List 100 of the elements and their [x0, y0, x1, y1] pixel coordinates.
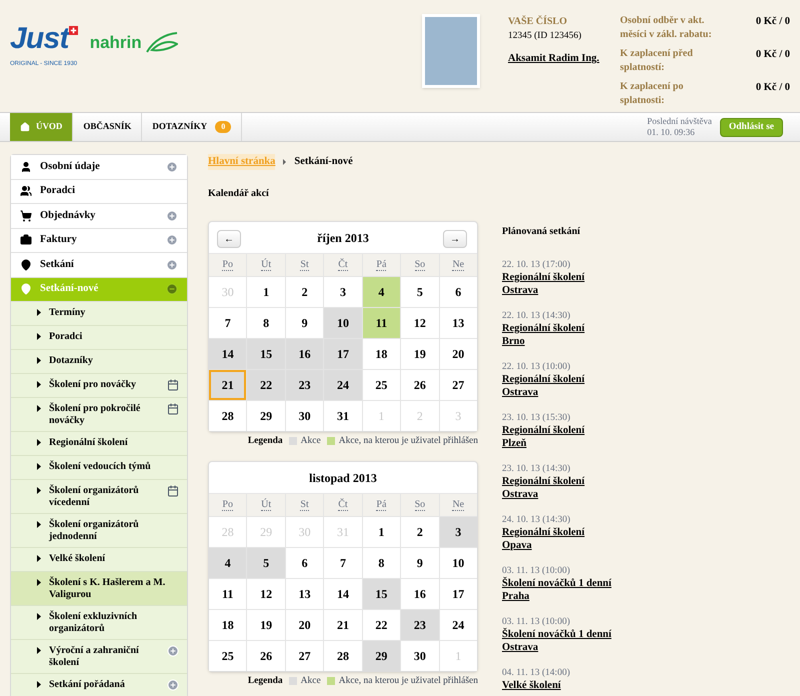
- collapse-icon[interactable]: [166, 283, 178, 296]
- calendar-day[interactable]: 27: [440, 370, 477, 400]
- expand-icon[interactable]: [167, 645, 179, 657]
- calendar-day[interactable]: 9: [286, 308, 324, 338]
- calendar-day[interactable]: 5: [247, 548, 285, 578]
- event-link[interactable]: Regionální školení Plzeň: [502, 424, 612, 450]
- nav-tab[interactable]: OBČASNÍK: [73, 113, 142, 141]
- calendar-day[interactable]: 26: [247, 641, 285, 671]
- sidebar-subitem[interactable]: Školení pro nováčky: [11, 374, 187, 398]
- event-link[interactable]: Školení nováčků 1 denní Praha: [502, 577, 612, 603]
- calendar-day[interactable]: 12: [247, 579, 285, 609]
- calendar-day[interactable]: 28: [324, 641, 362, 671]
- calendar-day[interactable]: 1: [247, 277, 285, 307]
- calendar-day[interactable]: 7: [209, 308, 246, 338]
- calendar-day[interactable]: 3: [324, 277, 362, 307]
- calendar-day[interactable]: 25: [209, 641, 246, 671]
- calendar-day[interactable]: 24: [440, 610, 477, 640]
- calendar-day[interactable]: 17: [440, 579, 477, 609]
- event-link[interactable]: Regionální školení Ostrava: [502, 475, 612, 501]
- calendar-day[interactable]: 21: [324, 610, 362, 640]
- calendar-day[interactable]: 4: [362, 277, 400, 307]
- calendar-day[interactable]: 12: [401, 308, 439, 338]
- calendar-day[interactable]: 4: [209, 548, 246, 578]
- calendar-day[interactable]: 17: [324, 339, 362, 369]
- expand-icon[interactable]: [166, 160, 178, 173]
- calendar-day[interactable]: 29: [247, 401, 285, 431]
- calendar-day[interactable]: 25: [362, 370, 400, 400]
- calendar-day[interactable]: 8: [362, 548, 400, 578]
- calendar-day[interactable]: 16: [286, 339, 324, 369]
- calendar-day[interactable]: 13: [440, 308, 477, 338]
- event-link[interactable]: Regionální školení Ostrava: [502, 271, 612, 297]
- calendar-day[interactable]: 15: [247, 339, 285, 369]
- calendar-day[interactable]: 19: [401, 339, 439, 369]
- calendar-day[interactable]: 7: [324, 548, 362, 578]
- calendar-day[interactable]: 15: [362, 579, 400, 609]
- calendar-day[interactable]: 8: [247, 308, 285, 338]
- calendar-day[interactable]: 11: [209, 579, 246, 609]
- calendar-day[interactable]: 14: [209, 339, 246, 369]
- sidebar-subitem[interactable]: Poradci: [11, 326, 187, 350]
- calendar-day[interactable]: 5: [401, 277, 439, 307]
- sidebar-subitem[interactable]: Výroční a zahraniční školení: [11, 640, 187, 674]
- sidebar-item[interactable]: Poradci: [11, 180, 187, 204]
- nav-tab[interactable]: DOTAZNÍKY 0: [142, 113, 242, 141]
- calendar-day[interactable]: 28: [209, 401, 246, 431]
- event-link[interactable]: Regionální školení Opava: [502, 526, 612, 552]
- calendar-day[interactable]: 24: [324, 370, 362, 400]
- calendar-day[interactable]: 10: [324, 308, 362, 338]
- event-link[interactable]: Regionální školení Ostrava: [502, 373, 612, 399]
- calendar-day[interactable]: 6: [286, 548, 324, 578]
- sidebar-subitem[interactable]: Setkání pořádaná: [11, 674, 187, 696]
- calendar-day[interactable]: 16: [401, 579, 439, 609]
- calendar-day[interactable]: 20: [440, 339, 477, 369]
- sidebar-item[interactable]: Osobní údaje: [11, 155, 187, 180]
- calendar-day[interactable]: 20: [286, 610, 324, 640]
- calendar-day[interactable]: 27: [286, 641, 324, 671]
- sidebar-subitem[interactable]: Školení s K. Hašlerem a M. Valigurou: [11, 572, 187, 606]
- sidebar-subitem[interactable]: Školení organizátorů jednodenní: [11, 514, 187, 548]
- expand-icon[interactable]: [166, 234, 178, 246]
- user-name-link[interactable]: Aksamit Radim Ing.: [508, 51, 608, 67]
- sidebar-subitem[interactable]: Dotazníky: [11, 350, 187, 374]
- calendar-day[interactable]: 18: [362, 339, 400, 369]
- sidebar-subitem[interactable]: Školení pro pokročilé nováčky: [11, 398, 187, 432]
- next-month-button[interactable]: →: [443, 230, 467, 248]
- calendar-day[interactable]: 18: [209, 610, 246, 640]
- calendar-day[interactable]: 9: [401, 548, 439, 578]
- calendar-day[interactable]: 22: [247, 370, 285, 400]
- calendar-day[interactable]: 31: [324, 401, 362, 431]
- event-link[interactable]: Velké školení: [502, 679, 612, 692]
- expand-icon[interactable]: [166, 258, 178, 271]
- calendar-day[interactable]: 2: [286, 277, 324, 307]
- calendar-day[interactable]: 19: [247, 610, 285, 640]
- sidebar-subitem[interactable]: Školení vedoucích týmů: [11, 456, 187, 480]
- calendar-day[interactable]: 21: [209, 370, 246, 400]
- calendar-day[interactable]: 1: [362, 517, 400, 547]
- calendar-day[interactable]: 26: [401, 370, 439, 400]
- expand-icon[interactable]: [166, 210, 178, 222]
- sidebar-subitem[interactable]: Školení organizátorů vícedenní: [11, 480, 187, 514]
- sidebar-item[interactable]: Faktury: [11, 228, 187, 253]
- planned-title: Plánovaná setkání: [502, 225, 582, 239]
- event-link[interactable]: Školení nováčků 1 denní Ostrava: [502, 628, 612, 654]
- calendar-day[interactable]: 23: [401, 610, 439, 640]
- calendar-day[interactable]: 30: [401, 641, 439, 671]
- calendar-day[interactable]: 2: [401, 517, 439, 547]
- sidebar-subitem[interactable]: Školení exkluzivních organizátorů: [11, 606, 187, 640]
- sidebar-subitem[interactable]: Termíny: [11, 302, 187, 326]
- calendar-day[interactable]: 11: [362, 308, 400, 338]
- calendar-day[interactable]: 6: [440, 277, 477, 307]
- event-link[interactable]: Regionální školení Brno: [502, 322, 612, 348]
- calendar-day[interactable]: 22: [362, 610, 400, 640]
- calendar-day[interactable]: 14: [324, 579, 362, 609]
- calendar-day[interactable]: 10: [440, 548, 477, 578]
- sidebar-subitem[interactable]: Regionální školení: [11, 432, 187, 456]
- previous-month-button[interactable]: ←: [217, 230, 241, 248]
- calendar-day[interactable]: 30: [286, 401, 324, 431]
- sidebar-subitem[interactable]: Velké školení: [11, 548, 187, 572]
- calendar-day[interactable]: 13: [286, 579, 324, 609]
- expand-icon[interactable]: [167, 679, 179, 691]
- calendar-day[interactable]: 29: [362, 641, 400, 671]
- calendar-day[interactable]: 23: [286, 370, 324, 400]
- calendar-day[interactable]: 3: [440, 517, 477, 547]
